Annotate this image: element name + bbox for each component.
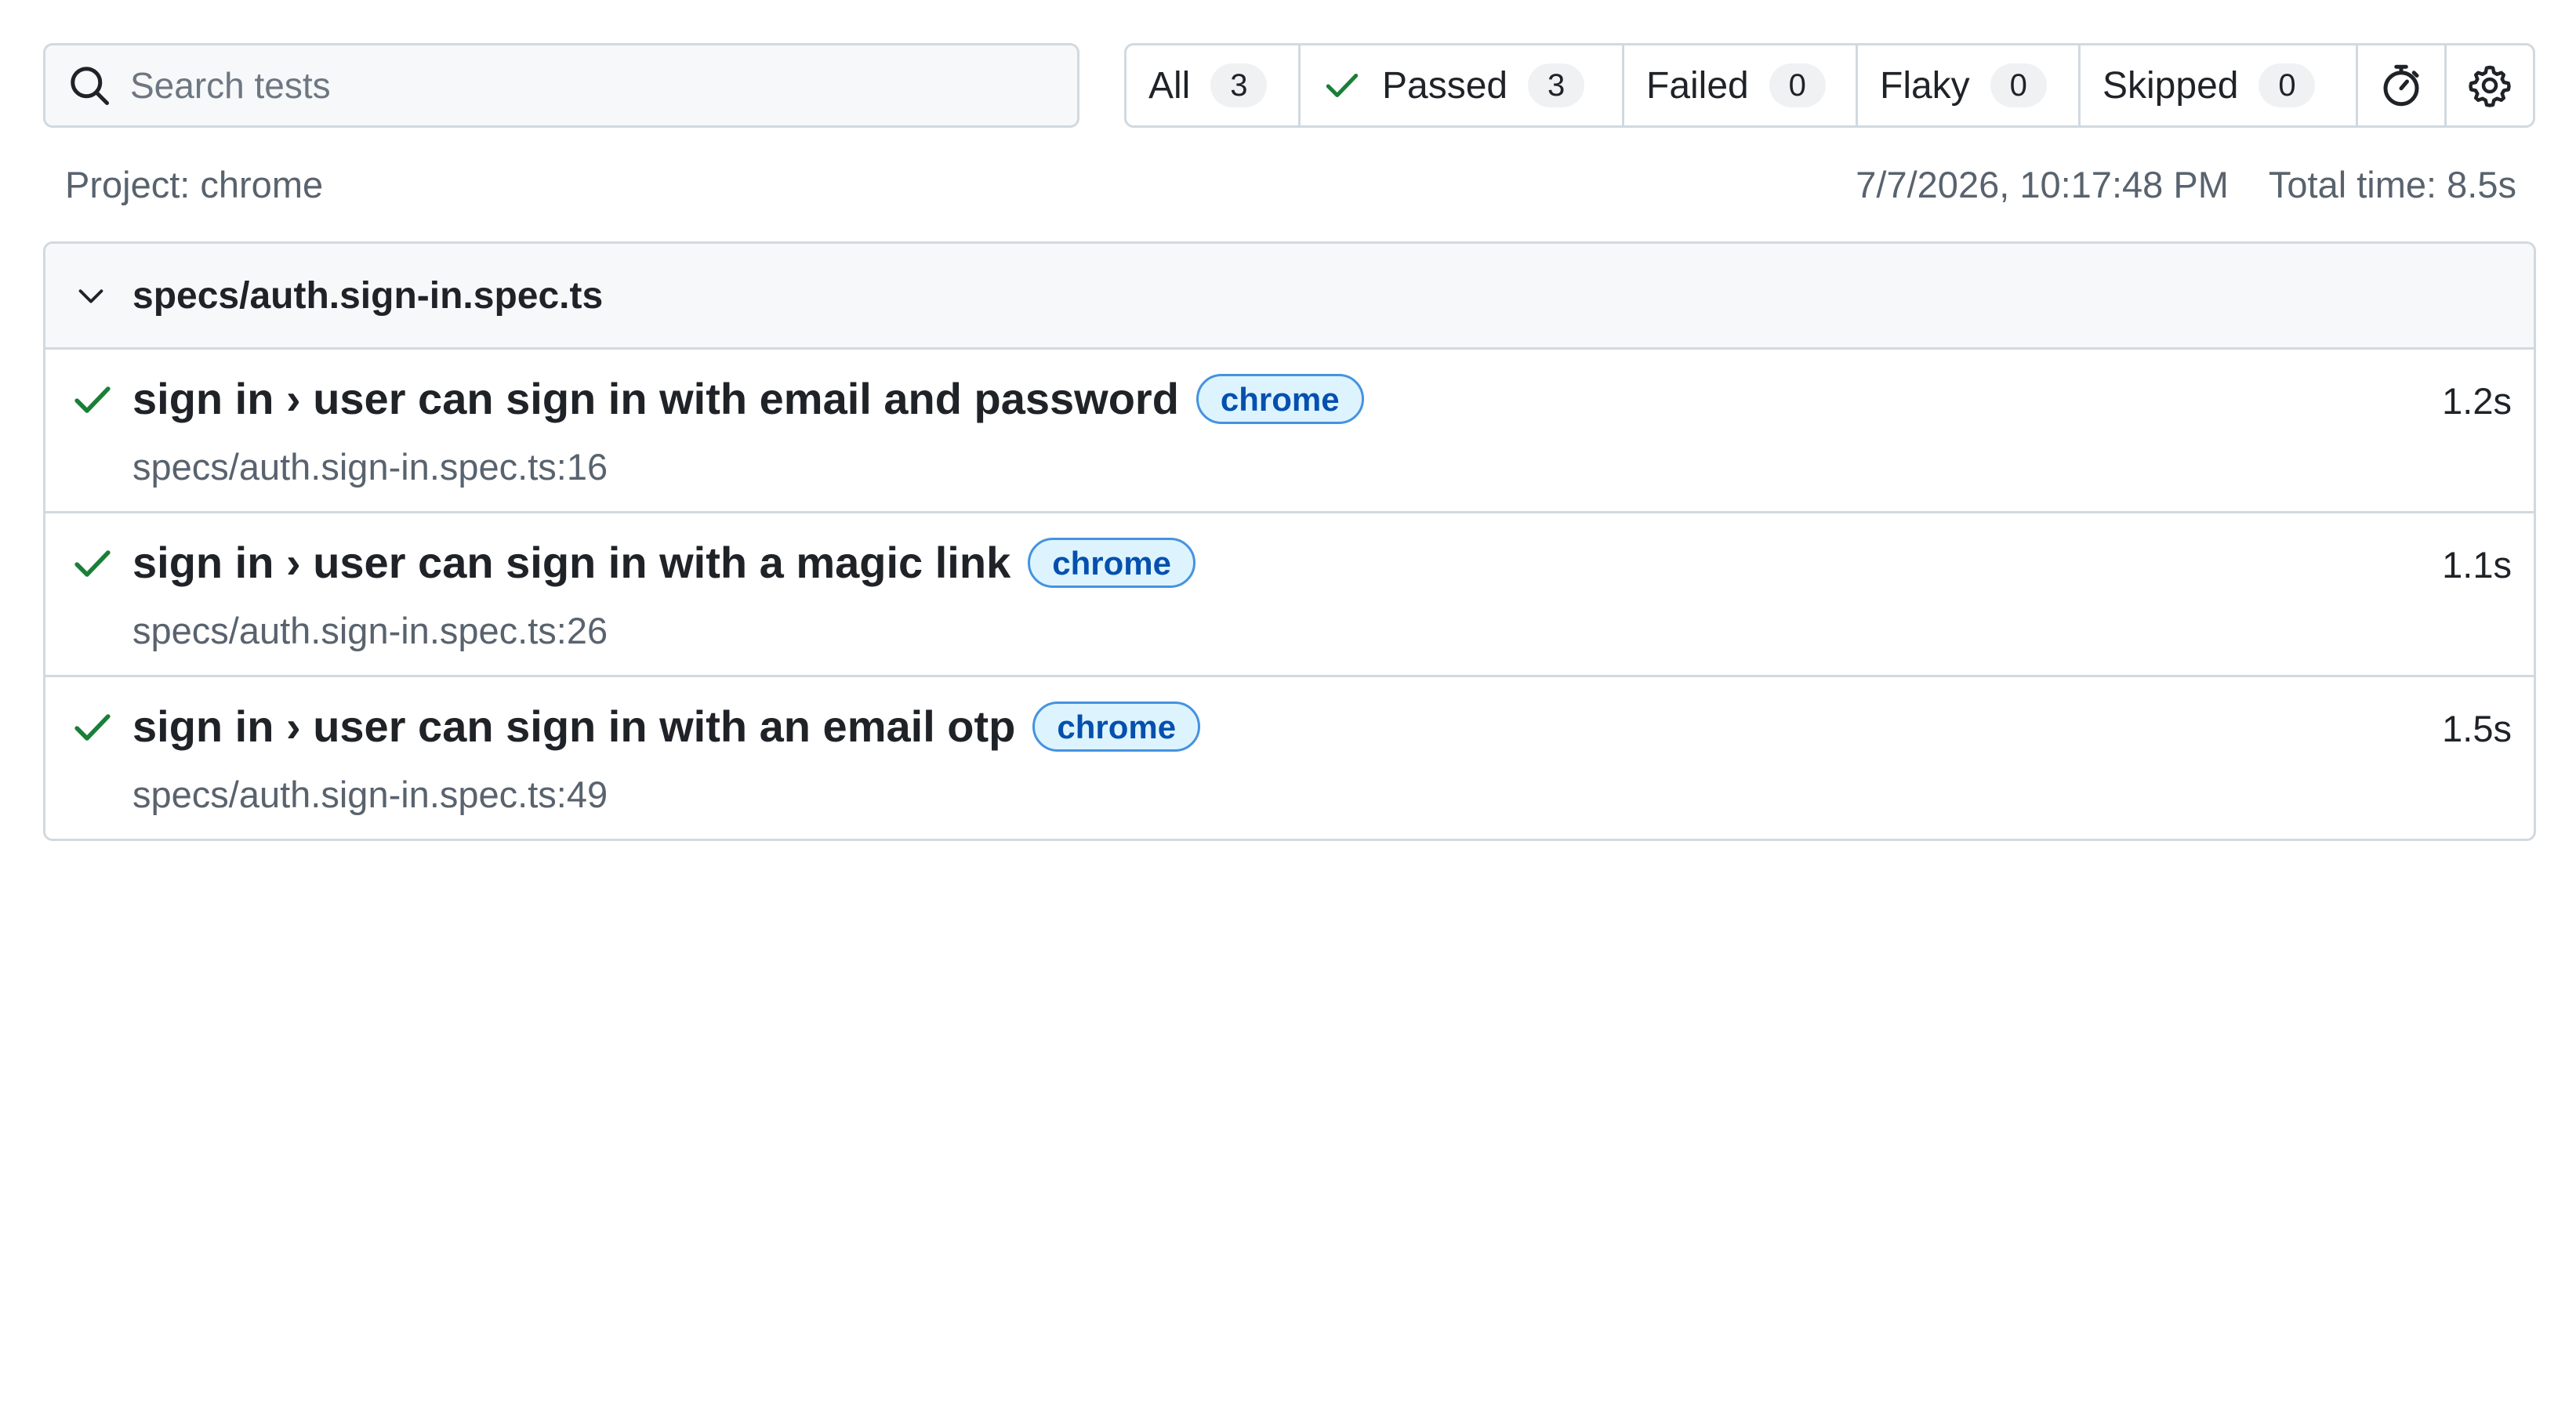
test-row[interactable]: sign in › user can sign in with a magic … [45,513,2534,677]
check-icon [74,386,111,413]
check-icon [74,714,111,741]
search-box[interactable] [43,43,1079,128]
spec-file-title: specs/auth.sign-in.spec.ts [132,274,604,317]
project-tag[interactable]: chrome [1032,701,1201,752]
filter-failed-label: Failed [1646,64,1749,107]
status-filter-bar: All 3 Passed 3 Failed 0 Flaky 0 Skipped … [1124,43,2535,128]
spec-file-panel: specs/auth.sign-in.spec.ts sign in › use… [43,241,2536,841]
run-datetime: 7/7/2026, 10:17:48 PM [1856,164,2229,205]
gear-icon [2469,65,2511,107]
test-duration: 1.1s [2442,544,2512,586]
test-location: specs/auth.sign-in.spec.ts:49 [132,774,608,815]
test-location: specs/auth.sign-in.spec.ts:26 [132,610,608,651]
test-title[interactable]: sign in › user can sign in with a magic … [132,537,1010,588]
filter-all-label: All [1148,64,1191,107]
check-icon [74,550,111,577]
timer-button[interactable] [2358,45,2447,125]
stopwatch-icon [2383,64,2419,107]
test-title[interactable]: sign in › user can sign in with email an… [132,373,1179,424]
search-input[interactable] [130,50,1032,121]
test-title-line: sign in › user can sign in with a magic … [132,537,1195,588]
test-title-line: sign in › user can sign in with email an… [132,373,1364,424]
total-time: Total time: 8.5s [2268,164,2516,205]
test-row[interactable]: sign in › user can sign in with an email… [45,677,2534,839]
run-info: 7/7/2026, 10:17:48 PM Total time: 8.5s [1856,163,2516,206]
project-label: Project: chrome [65,164,324,205]
test-title-line: sign in › user can sign in with an email… [132,701,1201,752]
test-title[interactable]: sign in › user can sign in with an email… [132,701,1015,752]
test-row[interactable]: sign in › user can sign in with email an… [45,350,2534,513]
filter-all[interactable]: All 3 [1127,45,1301,125]
filter-skipped-count: 0 [2259,63,2316,107]
filter-skipped-label: Skipped [2103,64,2239,107]
settings-button[interactable] [2447,45,2533,125]
check-icon [1326,74,1359,97]
project-tag[interactable]: chrome [1028,537,1195,588]
filter-passed-label: Passed [1382,64,1508,107]
filter-passed[interactable]: Passed 3 [1301,45,1624,125]
project-tag[interactable]: chrome [1195,373,1364,424]
test-location: specs/auth.sign-in.spec.ts:16 [132,446,608,488]
filter-all-count: 3 [1210,63,1268,107]
filter-failed-count: 0 [1769,63,1826,107]
filter-flaky[interactable]: Flaky 0 [1858,45,2081,125]
test-duration: 1.2s [2442,380,2512,422]
test-report-page: All 3 Passed 3 Failed 0 Flaky 0 Skipped … [0,0,2576,1414]
filter-flaky-count: 0 [1990,63,2047,107]
filter-flaky-label: Flaky [1880,64,1970,107]
test-duration: 1.5s [2442,708,2512,749]
filter-passed-count: 3 [1528,63,1585,107]
filter-skipped[interactable]: Skipped 0 [2081,45,2358,125]
spec-file-header[interactable]: specs/auth.sign-in.spec.ts [45,244,2534,350]
search-icon [71,67,109,105]
filter-failed[interactable]: Failed 0 [1624,45,1858,125]
chevron-down-icon[interactable] [73,277,109,314]
